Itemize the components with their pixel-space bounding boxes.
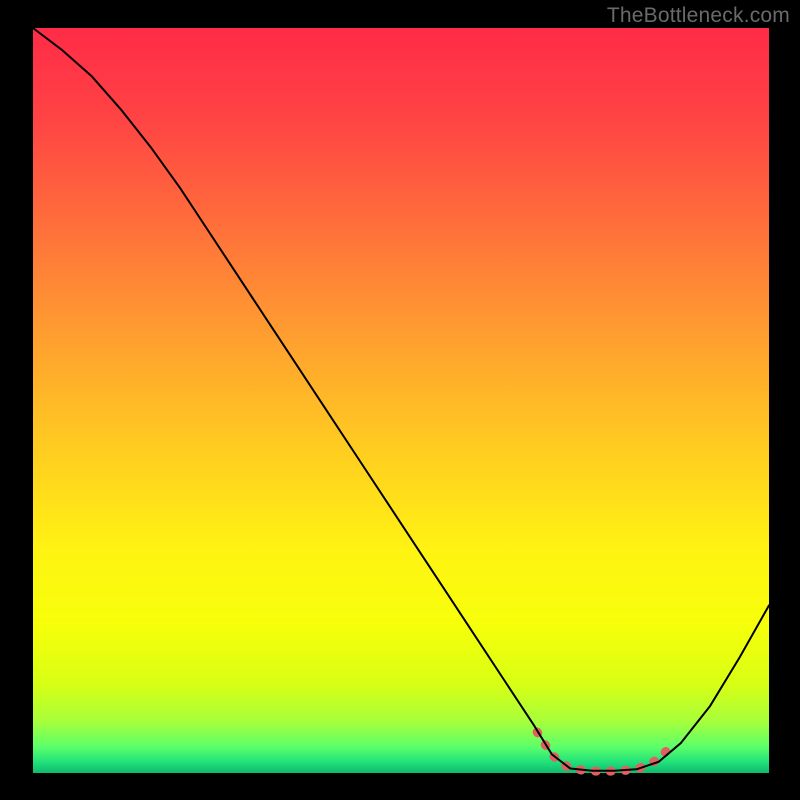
bottleneck-chart [0,0,800,800]
plot-background [33,28,769,773]
chart-frame: TheBottleneck.com [0,0,800,800]
